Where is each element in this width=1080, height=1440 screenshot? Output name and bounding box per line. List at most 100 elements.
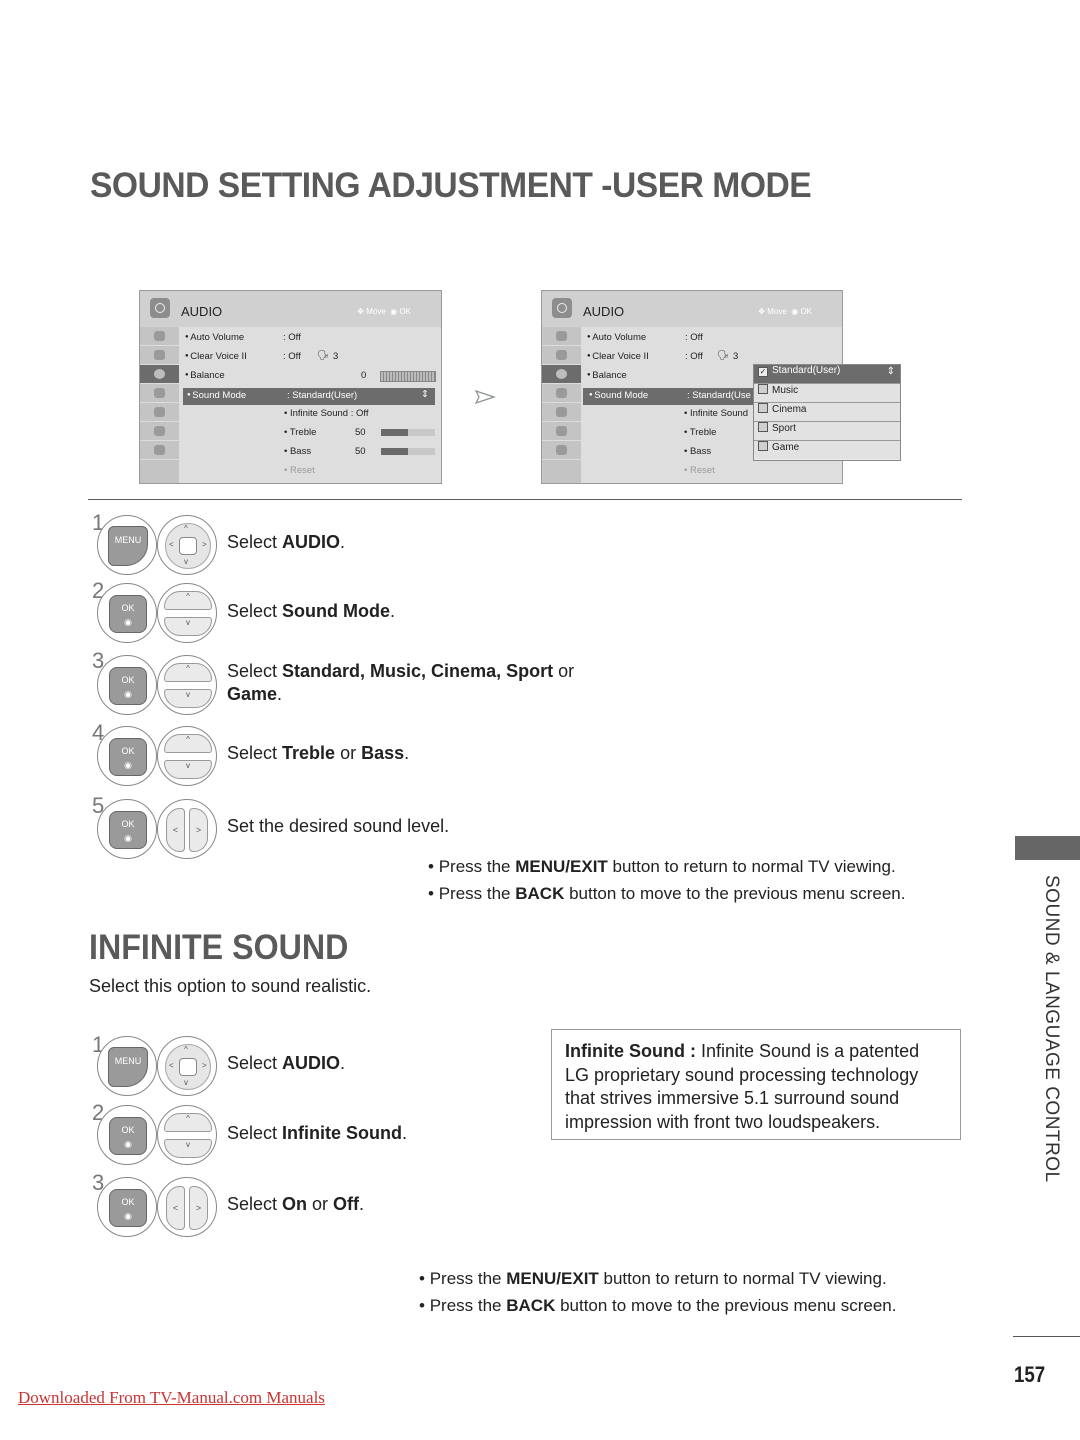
ok-button-icon: OK ◉ (97, 655, 157, 715)
clear-voice-level: 3 (733, 351, 739, 362)
up-down-button-icon: ^ v (157, 726, 217, 786)
category-lock-icon[interactable] (140, 403, 179, 422)
osd-row-sound-mode[interactable]: Sound Mode : Standard(Use (583, 388, 755, 405)
step-3-text: Select On or Off. (227, 1194, 365, 1214)
dropdown-option-cinema[interactable]: Cinema (754, 403, 900, 422)
download-source-link[interactable]: Downloaded From TV-Manual.com Manuals (18, 1388, 325, 1408)
page-number: 157 (1014, 1362, 1046, 1387)
osd-row-auto-volume[interactable]: Auto Volume (185, 332, 244, 343)
checkbox-icon (758, 403, 768, 413)
note-menu-exit: Press the MENU/EXIT button to return to … (419, 1269, 887, 1289)
osd-row-balance[interactable]: Balance (587, 370, 627, 381)
bass-value: 50 (355, 446, 366, 457)
osd-row-treble[interactable]: • Treble (284, 427, 316, 438)
clear-voice-value: : Off (283, 351, 301, 362)
osd-header: AUDIO ✥ Move ◉ OK (140, 291, 441, 328)
dropdown-option-music[interactable]: Music (754, 384, 900, 403)
dropdown-option-game[interactable]: Game (754, 441, 900, 459)
step-1-text: Select AUDIO. (227, 532, 346, 552)
osd-row-infinite-sound[interactable]: • Infinite Sound : Off (284, 408, 368, 419)
section-title-infinite-sound: INFINITE SOUND (89, 928, 349, 967)
ok-button-icon: OK ◉ (97, 1177, 157, 1237)
sound-mode-value: : Standard(Use (687, 390, 751, 401)
osd-row-reset[interactable]: • Reset (284, 465, 315, 476)
section-divider (88, 499, 962, 500)
osd-nav-hint: ✥ Move ◉ OK (758, 307, 812, 316)
balance-value: 0 (361, 370, 367, 381)
treble-value: 50 (355, 427, 366, 438)
footer-rule (1013, 1336, 1080, 1337)
osd-category-sidebar (140, 327, 179, 483)
infinite-sound-info-box: Infinite Sound : Infinite Sound is a pat… (551, 1029, 961, 1140)
move-icon: ✥ (357, 307, 364, 316)
osd-row-bass[interactable]: • Bass (284, 446, 311, 457)
category-audio-icon[interactable] (140, 365, 179, 384)
osd-row-auto-volume[interactable]: Auto Volume (587, 332, 646, 343)
audio-speaker-icon (150, 298, 170, 318)
step-5-text: Set the desired sound level. (227, 816, 450, 836)
osd-row-bass[interactable]: • Bass (684, 446, 711, 457)
category-option-icon[interactable] (542, 422, 581, 441)
note-back: Press the BACK button to move to the pre… (428, 884, 906, 904)
checkbox-icon (758, 384, 768, 394)
audio-speaker-icon (552, 298, 572, 318)
dpad-icon: ^ v < > (157, 1036, 217, 1096)
bass-level-bar[interactable] (381, 448, 435, 455)
osd-row-clear-voice[interactable]: Clear Voice II (185, 351, 247, 362)
category-picture-icon[interactable] (140, 346, 179, 365)
osd-audio-menu-before: AUDIO ✥ Move ◉ OK Auto Volume : Off Clea… (139, 290, 442, 484)
updown-scroll-icon: ⇕ (421, 389, 429, 400)
updown-scroll-icon: ⇕ (886, 366, 895, 377)
ok-button-icon: OK ◉ (97, 726, 157, 786)
category-network-icon[interactable] (140, 441, 179, 460)
osd-header: AUDIO ✥ Move ◉ OK (542, 291, 842, 328)
checkbox-icon (758, 422, 768, 432)
auto-volume-value: : Off (283, 332, 301, 343)
category-time-icon[interactable] (542, 384, 581, 403)
next-arrow-icon (474, 389, 496, 405)
note-menu-exit: Press the MENU/EXIT button to return to … (428, 857, 896, 877)
section-intro: Select this option to sound realistic. (89, 976, 372, 996)
category-time-icon[interactable] (140, 384, 179, 403)
step-3-text: Select Standard, Music, Cinema, Sport or… (227, 661, 575, 704)
dropdown-option-sport[interactable]: Sport (754, 422, 900, 441)
up-down-button-icon: ^ v (157, 1105, 217, 1165)
up-down-button-icon: ^ v (157, 583, 217, 643)
osd-row-balance[interactable]: Balance (185, 370, 225, 381)
osd-row-treble[interactable]: • Treble (684, 427, 716, 438)
step-4-text: Select Treble or Bass. (227, 743, 410, 763)
category-network-icon[interactable] (542, 441, 581, 460)
osd-title: AUDIO (583, 304, 625, 319)
osd-audio-menu-after: AUDIO ✥ Move ◉ OK Auto Volume : Off Clea… (541, 290, 901, 484)
clear-voice-value: : Off (685, 351, 703, 362)
osd-row-reset[interactable]: • Reset (684, 465, 715, 476)
category-lock-icon[interactable] (542, 403, 581, 422)
page-title: SOUND SETTING ADJUSTMENT -USER MODE (90, 166, 812, 205)
treble-level-bar[interactable] (381, 429, 435, 436)
category-picture-icon[interactable] (542, 346, 581, 365)
category-option-icon[interactable] (140, 422, 179, 441)
category-setup-icon[interactable] (140, 327, 179, 346)
osd-nav-hint: ✥ Move ◉ OK (357, 307, 411, 316)
chapter-side-label: SOUND & LANGUAGE CONTROL (1041, 875, 1062, 1183)
osd-row-clear-voice[interactable]: Clear Voice II (587, 351, 649, 362)
voice-icon: 🗣 (317, 350, 330, 361)
voice-icon: 🗣 (717, 350, 730, 361)
menu-button-icon: MENU (97, 515, 157, 575)
step-1-text: Select AUDIO. (227, 1053, 346, 1073)
step-2-text: Select Infinite Sound. (227, 1123, 408, 1143)
step-2-text: Select Sound Mode. (227, 601, 396, 621)
chapter-tab-marker (1015, 836, 1080, 860)
osd-category-sidebar (542, 327, 581, 483)
dropdown-option-standard[interactable]: ✓ Standard(User) ⇕ (754, 365, 900, 384)
category-setup-icon[interactable] (542, 327, 581, 346)
balance-slider[interactable] (380, 371, 436, 382)
osd-row-infinite-sound[interactable]: • Infinite Sound (684, 408, 748, 419)
category-audio-icon[interactable] (542, 365, 581, 384)
checkbox-checked-icon: ✓ (758, 367, 768, 377)
osd-row-sound-mode[interactable]: Sound Mode : Standard(User) ⇕ (183, 388, 435, 405)
ok-button-icon: OK ◉ (97, 583, 157, 643)
sound-mode-dropdown[interactable]: ✓ Standard(User) ⇕ Music Cinema Sport Gam… (753, 364, 901, 461)
note-back: Press the BACK button to move to the pre… (419, 1296, 897, 1316)
auto-volume-value: : Off (685, 332, 703, 343)
